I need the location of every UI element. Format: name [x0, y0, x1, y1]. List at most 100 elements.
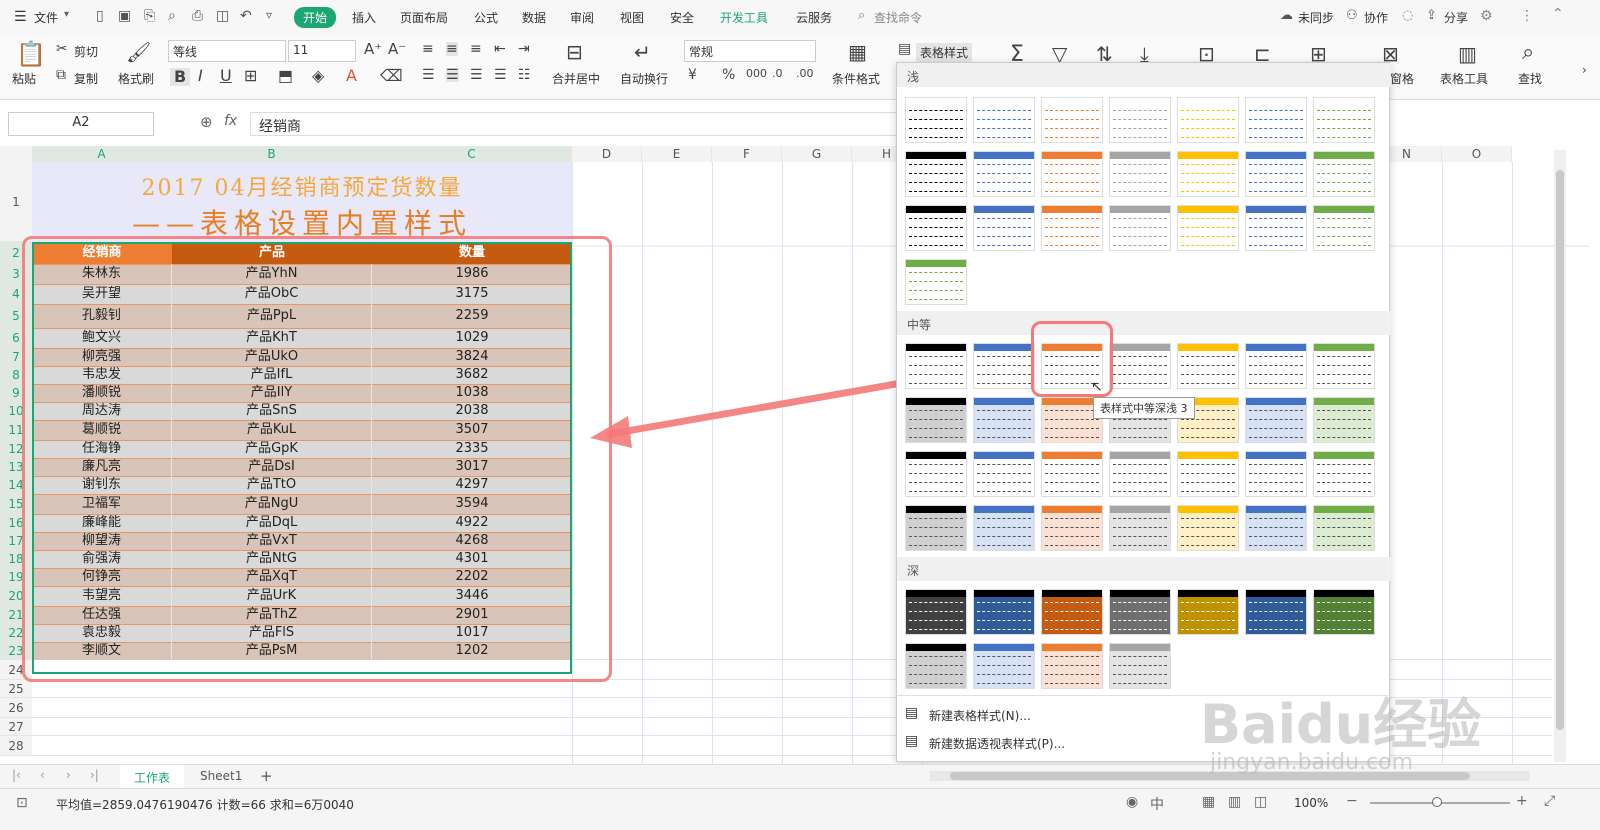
- fill-icon[interactable]: ⤓: [1140, 44, 1149, 64]
- wrap-text-icon[interactable]: ↵: [634, 42, 651, 62]
- currency-icon[interactable]: ¥: [688, 68, 697, 82]
- fill-color-icon[interactable]: ◈: [312, 68, 324, 84]
- row-header[interactable]: 27: [0, 718, 32, 736]
- format-painter-icon[interactable]: 🖌: [126, 42, 151, 62]
- table-style-swatch[interactable]: [1245, 589, 1307, 635]
- column-header[interactable]: O: [1442, 146, 1512, 162]
- decimal-increase-icon[interactable]: .0: [772, 68, 783, 79]
- table-style-swatch[interactable]: [973, 97, 1035, 143]
- cell-fill-icon[interactable]: ⬒: [278, 68, 293, 84]
- hamburger-icon[interactable]: ☰: [14, 9, 27, 25]
- freeze-pane-button[interactable]: 窗格: [1390, 70, 1414, 87]
- table-style-swatch[interactable]: [1177, 97, 1239, 143]
- freeze-icon[interactable]: ⊞: [1310, 44, 1327, 64]
- table-style-swatch[interactable]: [1109, 343, 1171, 389]
- tab-view[interactable]: 视图: [620, 9, 644, 26]
- reading-view-icon[interactable]: ◫: [1254, 794, 1267, 810]
- distribute-icon[interactable]: ☷: [518, 68, 531, 82]
- table-style-swatch[interactable]: [1313, 451, 1375, 497]
- table-style-swatch[interactable]: [1313, 505, 1375, 551]
- row-header[interactable]: 1: [0, 162, 32, 242]
- table-style-swatch[interactable]: [1041, 205, 1103, 251]
- select-all-corner[interactable]: [0, 146, 32, 162]
- paste-button[interactable]: 粘贴: [12, 70, 36, 87]
- table-style-swatch[interactable]: [1245, 397, 1307, 443]
- table-style-swatch[interactable]: [1245, 205, 1307, 251]
- table-style-swatch[interactable]: [1109, 589, 1171, 635]
- table-style-swatch[interactable]: [1109, 643, 1171, 689]
- table-style-swatch[interactable]: [1109, 451, 1171, 497]
- table-style-swatch[interactable]: [1313, 397, 1375, 443]
- table-style-swatch[interactable]: [1041, 589, 1103, 635]
- zoom-slider-thumb[interactable]: [1432, 797, 1442, 807]
- last-sheet-icon[interactable]: ›|: [90, 768, 99, 782]
- font-shrink-icon[interactable]: A⁻: [388, 42, 406, 57]
- table-style-swatch[interactable]: [1245, 505, 1307, 551]
- chevron-right-icon[interactable]: ›: [1582, 64, 1587, 76]
- print-icon[interactable]: ⎙: [192, 8, 203, 24]
- tab-formula[interactable]: 公式: [474, 9, 498, 26]
- print-preview-icon[interactable]: ⌕: [168, 8, 176, 24]
- table-style-swatch[interactable]: [1177, 589, 1239, 635]
- align-left-icon[interactable]: ☰: [422, 68, 435, 82]
- wrap-text-button[interactable]: 自动换行: [620, 70, 668, 87]
- table-style-swatch[interactable]: [1245, 451, 1307, 497]
- tab-cloud[interactable]: 云服务: [796, 9, 832, 26]
- copy-icon[interactable]: ⧉: [56, 68, 66, 82]
- bold-icon[interactable]: B: [170, 68, 191, 86]
- normal-view-icon[interactable]: ▦: [1202, 794, 1215, 810]
- find-button[interactable]: 查找: [1518, 70, 1542, 87]
- indent-decrease-icon[interactable]: ⇤: [494, 42, 506, 56]
- table-style-swatch[interactable]: [1109, 97, 1171, 143]
- column-header[interactable]: G: [782, 146, 852, 162]
- collab-button[interactable]: 协作: [1364, 9, 1388, 26]
- justify-icon[interactable]: ☰: [494, 68, 507, 82]
- row-header[interactable]: 28: [0, 736, 32, 756]
- table-style-swatch[interactable]: [973, 397, 1035, 443]
- fit-window-icon[interactable]: ⤢: [1544, 793, 1555, 809]
- filter-icon[interactable]: ▽: [1052, 44, 1067, 64]
- scissors-icon[interactable]: ✂: [56, 42, 68, 56]
- macro-icon[interactable]: ⊡: [16, 795, 28, 811]
- zoom-formula-icon[interactable]: ⊕: [200, 113, 213, 131]
- table-style-swatch[interactable]: [973, 151, 1035, 197]
- column-header[interactable]: E: [642, 146, 712, 162]
- table-style-swatch[interactable]: [1109, 505, 1171, 551]
- table-style-swatch[interactable]: [1041, 643, 1103, 689]
- formula-input[interactable]: 经销商: [250, 112, 900, 136]
- conditional-format-button[interactable]: 条件格式: [832, 70, 880, 87]
- name-box[interactable]: A2: [8, 112, 154, 136]
- table-style-swatch[interactable]: [905, 97, 967, 143]
- page-layout-view-icon[interactable]: ▥: [1228, 794, 1241, 810]
- table-tools-icon[interactable]: ▥: [1458, 44, 1477, 64]
- input-method-icon[interactable]: 中: [1150, 794, 1164, 814]
- tab-data[interactable]: 数据: [522, 9, 546, 26]
- undo-icon[interactable]: ↶: [240, 8, 252, 24]
- thousands-icon[interactable]: 000: [746, 68, 767, 79]
- chevron-down-icon[interactable]: ▾: [64, 9, 69, 20]
- paste-icon[interactable]: 📋: [16, 42, 46, 66]
- new-table-style-item[interactable]: 新建表格样式(N)...: [929, 707, 1031, 724]
- table-style-swatch[interactable]: [973, 205, 1035, 251]
- zoom-level[interactable]: 100%: [1294, 796, 1328, 810]
- merge-icon[interactable]: ⊟: [566, 42, 583, 62]
- sync-status[interactable]: 未同步: [1298, 9, 1334, 26]
- gear-icon[interactable]: ⚙: [1480, 8, 1493, 24]
- collapse-ribbon-icon[interactable]: ⌃: [1552, 6, 1564, 22]
- copy-button[interactable]: 复制: [74, 70, 98, 87]
- sort-icon[interactable]: ⇅: [1096, 44, 1113, 64]
- table-style-swatch[interactable]: [905, 589, 967, 635]
- table-style-swatch[interactable]: [1177, 505, 1239, 551]
- tab-security[interactable]: 安全: [670, 9, 694, 26]
- table-style-swatch[interactable]: [973, 505, 1035, 551]
- table-style-swatch[interactable]: [905, 205, 967, 251]
- share-button[interactable]: 分享: [1444, 9, 1468, 26]
- zoom-in-icon[interactable]: +: [1516, 793, 1528, 809]
- table-style-swatch[interactable]: [973, 451, 1035, 497]
- table-style-swatch[interactable]: [1313, 97, 1375, 143]
- table-style-swatch[interactable]: [1109, 205, 1171, 251]
- table-style-swatch[interactable]: [1313, 151, 1375, 197]
- fx-icon[interactable]: fx: [224, 113, 237, 129]
- scrollbar-thumb[interactable]: [1556, 170, 1564, 730]
- eye-protect-icon[interactable]: ◉: [1126, 794, 1138, 810]
